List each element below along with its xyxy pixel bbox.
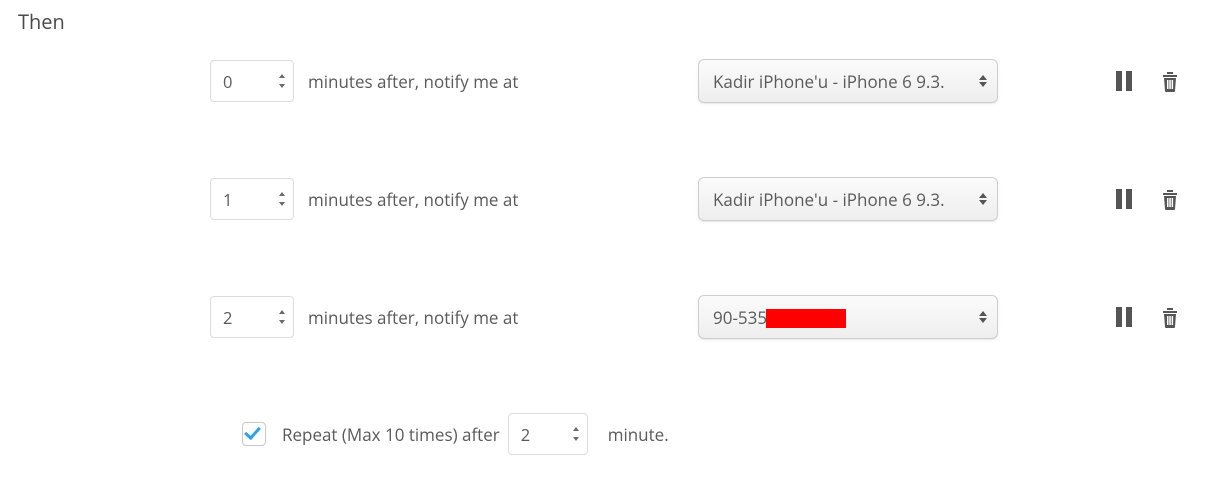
spinner-up[interactable]: [277, 308, 287, 316]
select-arrows-icon: [979, 311, 987, 323]
pause-icon[interactable]: [1114, 188, 1134, 210]
row-actions: [1114, 306, 1180, 328]
repeat-minutes-input-wrap: [508, 413, 588, 455]
spinner-controls: [571, 425, 581, 443]
minutes-input-wrap: [210, 178, 294, 220]
spinner-up[interactable]: [277, 72, 287, 80]
minutes-after-label: minutes after, notify me at: [308, 70, 518, 93]
rule-row: minutes after, notify me at Kadir iPhone…: [18, 177, 1210, 221]
trash-icon[interactable]: [1160, 188, 1180, 210]
repeat-row: Repeat (Max 10 times) after minute.: [18, 413, 1210, 455]
minutes-after-label: minutes after, notify me at: [308, 306, 518, 329]
device-select-value: Kadir iPhone'u - iPhone 6 9.3.: [713, 70, 945, 93]
section-heading: Then: [18, 8, 1210, 35]
repeat-unit-label: minute.: [608, 423, 669, 446]
repeat-label: Repeat (Max 10 times) after: [282, 423, 500, 446]
trash-icon[interactable]: [1160, 70, 1180, 92]
device-select[interactable]: Kadir iPhone'u - iPhone 6 9.3.: [698, 177, 998, 221]
notification-rules-section: Then minutes after, notify me at Kadir i…: [0, 0, 1210, 455]
spinner-controls: [277, 308, 287, 326]
device-select-value: Kadir iPhone'u - iPhone 6 9.3.: [713, 188, 945, 211]
device-select[interactable]: Kadir iPhone'u - iPhone 6 9.3.: [698, 59, 998, 103]
device-select-wrap: 90-535: [698, 295, 998, 339]
spinner-down[interactable]: [277, 82, 287, 90]
spinner-down[interactable]: [277, 200, 287, 208]
spinner-down[interactable]: [571, 435, 581, 443]
device-select-wrap: Kadir iPhone'u - iPhone 6 9.3.: [698, 177, 998, 221]
device-select[interactable]: 90-535: [698, 295, 998, 339]
minutes-input-wrap: [210, 296, 294, 338]
device-select-value: 90-535: [713, 306, 846, 329]
minutes-after-label: minutes after, notify me at: [308, 188, 518, 211]
repeat-checkbox[interactable]: [242, 422, 266, 446]
spinner-controls: [277, 72, 287, 90]
spinner-down[interactable]: [277, 318, 287, 326]
device-select-wrap: Kadir iPhone'u - iPhone 6 9.3.: [698, 59, 998, 103]
spinner-up[interactable]: [277, 190, 287, 198]
select-arrows-icon: [979, 75, 987, 87]
rule-row: minutes after, notify me at 90-535: [18, 295, 1210, 339]
row-actions: [1114, 188, 1180, 210]
spinner-controls: [277, 190, 287, 208]
trash-icon[interactable]: [1160, 306, 1180, 328]
minutes-input-wrap: [210, 60, 294, 102]
pause-icon[interactable]: [1114, 306, 1134, 328]
rule-row: minutes after, notify me at Kadir iPhone…: [18, 59, 1210, 103]
pause-icon[interactable]: [1114, 70, 1134, 92]
redacted-block: [766, 309, 846, 328]
spinner-up[interactable]: [571, 425, 581, 433]
repeat-checkbox-wrap: [242, 422, 266, 446]
select-arrows-icon: [979, 193, 987, 205]
row-actions: [1114, 70, 1180, 92]
